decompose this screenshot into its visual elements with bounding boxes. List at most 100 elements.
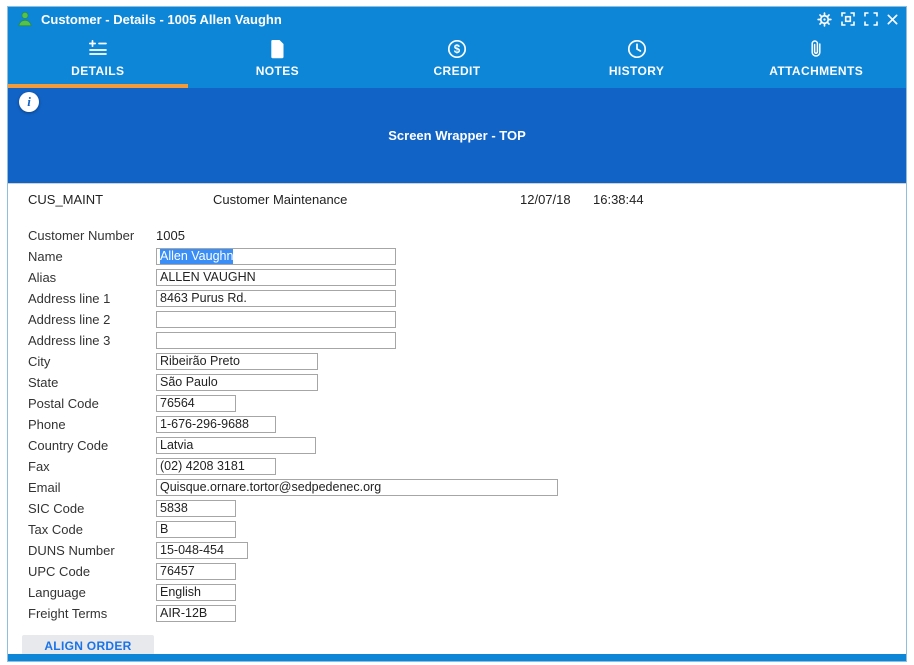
close-icon[interactable] (887, 14, 898, 25)
field-input-address-line-3[interactable] (156, 332, 396, 349)
form-row: Email Quisque.ornare.tortor@sedpedenec.or… (28, 477, 906, 498)
form-row: Postal Code 76564 (28, 393, 906, 414)
field-label: Tax Code (28, 522, 156, 537)
form-row: Alias ALLEN VAUGHN (28, 267, 906, 288)
restore-window-icon[interactable] (841, 12, 855, 26)
form-row: Country Code Latvia (28, 435, 906, 456)
customer-details-window: Customer - Details - 1005 Allen Vaughn D… (7, 6, 907, 662)
field-input-sic-code[interactable]: 5838 (156, 500, 236, 517)
field-value: ALLEN VAUGHN (160, 270, 256, 285)
screen-title: Customer Maintenance (213, 192, 520, 207)
field-label: City (28, 354, 156, 369)
program-code: CUS_MAINT (28, 192, 213, 207)
field-input-duns-number[interactable]: 15-048-454 (156, 542, 248, 559)
field-value: São Paulo (160, 375, 218, 390)
field-value: 5838 (160, 501, 188, 516)
field-input-fax[interactable]: (02) 4208 3181 (156, 458, 276, 475)
field-value: 76564 (160, 396, 195, 411)
field-label: Address line 2 (28, 312, 156, 327)
field-value: B (160, 522, 168, 537)
field-label: Language (28, 585, 156, 600)
field-input-freight-terms[interactable]: AIR-12B (156, 605, 236, 622)
field-value: Latvia (160, 438, 193, 453)
title-bar: Customer - Details - 1005 Allen Vaughn (8, 7, 906, 31)
form-row: SIC Code 5838 (28, 498, 906, 519)
customer-person-icon (16, 10, 34, 28)
tab-credit[interactable]: $ CREDIT (367, 31, 547, 88)
info-icon[interactable] (19, 92, 39, 112)
tab-label: HISTORY (609, 64, 664, 78)
field-label: Alias (28, 270, 156, 285)
tab-history[interactable]: HISTORY (547, 31, 727, 88)
field-input-tax-code[interactable]: B (156, 521, 236, 538)
history-icon (627, 38, 647, 60)
tab-details[interactable]: DETAILS (8, 31, 188, 88)
credit-icon: $ (447, 38, 467, 60)
field-label: Address line 1 (28, 291, 156, 306)
form-row: Address line 3 (28, 330, 906, 351)
field-input-upc-code[interactable]: 76457 (156, 563, 236, 580)
field-input-alias[interactable]: ALLEN VAUGHN (156, 269, 396, 286)
field-label: Freight Terms (28, 606, 156, 621)
field-label: Phone (28, 417, 156, 432)
field-input-phone[interactable]: 1-676-296-9688 (156, 416, 276, 433)
maximize-window-icon[interactable] (864, 12, 878, 26)
field-value: (02) 4208 3181 (160, 459, 245, 474)
field-value: Ribeirão Preto (160, 354, 240, 369)
field-value: Quisque.ornare.tortor@sedpedenec.org (160, 480, 381, 495)
tab-label: CREDIT (433, 64, 480, 78)
tab-label: DETAILS (71, 64, 124, 78)
field-label: Fax (28, 459, 156, 474)
field-input-address-line-2[interactable] (156, 311, 396, 328)
details-panel: CUS_MAINT Customer Maintenance 12/07/18 … (8, 183, 906, 657)
field-value: 8463 Purus Rd. (160, 291, 247, 306)
form-row: Tax Code B (28, 519, 906, 540)
field-label: Postal Code (28, 396, 156, 411)
field-input-address-line-1[interactable]: 8463 Purus Rd. (156, 290, 396, 307)
field-label: Customer Number (28, 228, 156, 243)
form-row: Name Allen Vaughn (28, 246, 906, 267)
field-input-country-code[interactable]: Latvia (156, 437, 316, 454)
customer-form: Customer Number1005NameAllen VaughnAlias… (28, 225, 906, 624)
form-row: Freight TermsAIR-12B (28, 603, 906, 624)
field-value: 1-676-296-9688 (160, 417, 249, 432)
field-label: Email (28, 480, 156, 495)
tab-bar: DETAILS NOTES $ CREDIT HISTORY ATTACHMENTS (8, 31, 906, 88)
field-value: English (160, 585, 201, 600)
tab-label: ATTACHMENTS (769, 64, 863, 78)
settings-gear-icon[interactable] (817, 12, 832, 27)
field-input-name[interactable]: Allen Vaughn (156, 248, 396, 265)
tab-label: NOTES (256, 64, 299, 78)
field-input-language[interactable]: English (156, 584, 236, 601)
field-input-state[interactable]: São Paulo (156, 374, 318, 391)
field-label: SIC Code (28, 501, 156, 516)
field-value: Allen Vaughn (160, 249, 233, 264)
form-row: Language English (28, 582, 906, 603)
bottom-status-bar (8, 654, 906, 661)
field-value-static: 1005 (156, 228, 185, 243)
form-row: Address line 2 (28, 309, 906, 330)
window-title: Customer - Details - 1005 Allen Vaughn (41, 12, 282, 27)
form-row: Address line 1 8463 Purus Rd. (28, 288, 906, 309)
screen-header-row: CUS_MAINT Customer Maintenance 12/07/18 … (28, 184, 906, 209)
tab-attachments[interactable]: ATTACHMENTS (726, 31, 906, 88)
field-input-email[interactable]: Quisque.ornare.tortor@sedpedenec.org (156, 479, 558, 496)
field-input-city[interactable]: Ribeirão Preto (156, 353, 318, 370)
tab-notes[interactable]: NOTES (188, 31, 368, 88)
field-label: Name (28, 249, 156, 264)
form-row: DUNS Number 15-048-454 (28, 540, 906, 561)
field-label: State (28, 375, 156, 390)
screen-date: 12/07/18 (520, 192, 593, 207)
banner-text: Screen Wrapper - TOP (388, 128, 526, 143)
details-icon (88, 38, 108, 60)
field-value: 15-048-454 (160, 543, 224, 558)
form-row: Customer Number1005 (28, 225, 906, 246)
form-row: State São Paulo (28, 372, 906, 393)
form-row: UPC Code76457 (28, 561, 906, 582)
field-label: Country Code (28, 438, 156, 453)
screen-wrapper-banner: Screen Wrapper - TOP (8, 88, 906, 183)
field-label: DUNS Number (28, 543, 156, 558)
field-input-postal-code[interactable]: 76564 (156, 395, 236, 412)
field-label: UPC Code (28, 564, 156, 579)
screen-time: 16:38:44 (593, 192, 906, 207)
